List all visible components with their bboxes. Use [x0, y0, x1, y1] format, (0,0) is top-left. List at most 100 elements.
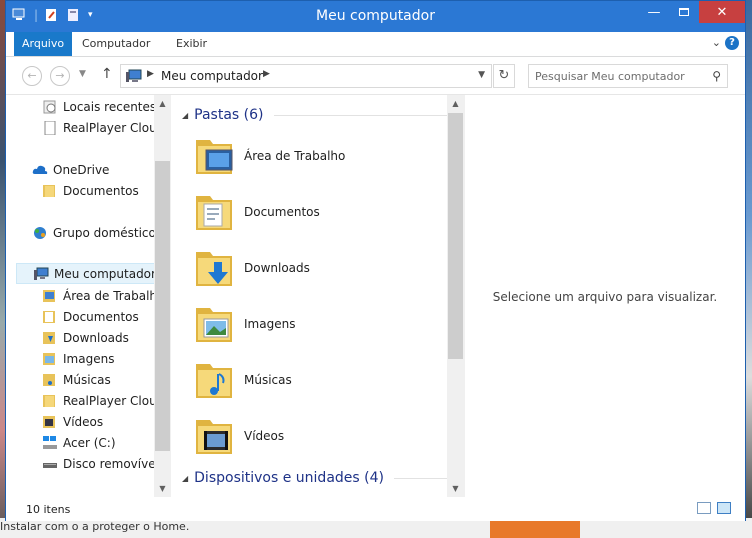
content-area: Locais recentes RealPlayer Cloud OneDriv…: [6, 95, 745, 497]
explorer-window: | ▾ Meu computador — ✕ Arquivo Computado…: [5, 0, 746, 521]
folder-label: Músicas: [244, 373, 292, 387]
taskbar-button[interactable]: [490, 518, 580, 538]
nav-item-imagens[interactable]: Imagens: [42, 348, 171, 369]
group-divider: [393, 477, 454, 479]
nav-item-musicas[interactable]: Músicas: [42, 369, 171, 390]
folder-icon: [43, 331, 55, 344]
scrollbar-thumb[interactable]: [155, 161, 170, 451]
folder-icon: [43, 352, 55, 365]
group-title: Dispositivos e unidades (4): [194, 470, 384, 486]
nav-item-label: Grupo doméstico: [53, 225, 156, 240]
tab-arquivo[interactable]: Arquivo: [14, 32, 73, 56]
expand-ribbon-chevron-icon[interactable]: ⌄: [712, 36, 721, 49]
scroll-up-icon[interactable]: ▲: [154, 95, 171, 112]
maximize-button[interactable]: [669, 1, 699, 23]
nav-item-label: Músicas: [63, 372, 111, 387]
folder-imagens[interactable]: Imagens: [192, 297, 442, 351]
drive-icon: [43, 435, 57, 449]
tab-computador[interactable]: Computador: [74, 32, 158, 56]
folder-icon: [43, 373, 55, 386]
arrow-right-icon: →: [55, 69, 65, 82]
homegroup-icon: [34, 226, 46, 239]
group-header-dispositivos[interactable]: ◢ Dispositivos e unidades (4): [182, 468, 454, 488]
close-button[interactable]: ✕: [699, 1, 745, 23]
search-box[interactable]: ⚲: [528, 64, 728, 88]
up-button[interactable]: ↑: [101, 66, 113, 82]
scroll-down-icon[interactable]: ▼: [154, 480, 171, 497]
refresh-button[interactable]: ↻: [493, 64, 515, 88]
forward-button[interactable]: →: [50, 66, 70, 86]
collapse-triangle-icon[interactable]: ◢: [182, 111, 188, 120]
scroll-up-icon[interactable]: ▲: [447, 95, 464, 112]
desktop-folder-icon: [196, 140, 233, 174]
search-input[interactable]: [529, 65, 699, 87]
nav-item-onedrive-documentos[interactable]: Documentos: [42, 180, 171, 201]
group-header-pastas[interactable]: ◢ Pastas (6): [182, 105, 450, 125]
nav-item-label: Imagens: [63, 351, 115, 366]
navigation-pane-scrollbar[interactable]: ▲ ▼: [154, 95, 171, 497]
nav-item-disco-removivel[interactable]: Disco removível (: [42, 453, 171, 474]
music-folder-icon: [196, 364, 232, 398]
back-button[interactable]: ←: [22, 66, 42, 86]
folder-label: Vídeos: [244, 429, 285, 443]
nav-item-downloads[interactable]: Downloads: [42, 327, 171, 348]
details-view-icon[interactable]: [697, 502, 711, 514]
nav-item-label: Locais recentes: [63, 99, 157, 114]
navigation-bar: ← → ▼ ↑ ▶ Meu computador ▶ ▼ ↻ ⚲: [6, 57, 745, 95]
group-divider: [273, 114, 450, 116]
scroll-down-icon[interactable]: ▼: [447, 480, 464, 497]
nav-item-label: Disco removível (: [63, 456, 168, 471]
breadcrumb-separator-icon[interactable]: ▶: [147, 69, 154, 79]
address-bar[interactable]: ▶ Meu computador ▶ ▼: [120, 64, 492, 88]
large-icons-view-icon[interactable]: [717, 502, 731, 514]
nav-item-meu-computador[interactable]: Meu computador: [16, 263, 156, 284]
nav-item-onedrive[interactable]: OneDrive: [32, 159, 171, 180]
tab-exibir[interactable]: Exibir: [168, 32, 215, 56]
search-icon[interactable]: ⚲: [712, 69, 721, 83]
nav-item-documentos[interactable]: Documentos: [42, 306, 171, 327]
nav-item-realplayer-cloud-folder[interactable]: RealPlayer Cloud: [42, 390, 171, 411]
folder-videos[interactable]: Vídeos: [192, 409, 442, 463]
nav-item-videos[interactable]: Vídeos: [42, 411, 171, 432]
desktop-background-bottom: Instalar com o a proteger o Home.: [0, 518, 752, 538]
folder-downloads[interactable]: Downloads: [192, 241, 442, 295]
preview-message: Selecione um arquivo para visualizar.: [492, 290, 718, 304]
item-count: 10 itens: [26, 503, 71, 516]
recent-locations-chevron-icon[interactable]: ▼: [79, 69, 86, 79]
nav-item-label: Downloads: [63, 330, 129, 345]
minimize-icon: —: [647, 4, 661, 20]
nav-item-locais-recentes[interactable]: Locais recentes: [42, 96, 171, 117]
folder-musicas[interactable]: Músicas: [192, 353, 442, 407]
folder-icon: [43, 310, 55, 323]
nav-item-label: Vídeos: [63, 414, 104, 429]
folder-label: Documentos: [244, 205, 320, 219]
background-text: Instalar com o a proteger o Home.: [0, 520, 190, 533]
nav-item-area-de-trabalho[interactable]: Área de Trabalho: [42, 285, 171, 306]
nav-item-label: Meu computador: [54, 266, 156, 281]
cloud-icon: [32, 165, 48, 174]
arrow-left-icon: ←: [27, 69, 37, 82]
address-history-chevron-icon[interactable]: ▼: [478, 70, 485, 80]
nav-item-label: Área de Trabalho: [63, 288, 165, 303]
nav-item-realplayer-cloud[interactable]: RealPlayer Cloud: [42, 117, 171, 138]
minimize-button[interactable]: —: [639, 1, 669, 23]
help-icon[interactable]: ?: [725, 36, 739, 50]
breadcrumb-meu-computador[interactable]: Meu computador: [161, 69, 263, 83]
folder-label: Área de Trabalho: [244, 149, 346, 163]
window-title: Meu computador: [316, 8, 435, 24]
collapse-triangle-icon[interactable]: ◢: [182, 474, 188, 483]
ribbon: Arquivo Computador Exibir ⌄ ?: [6, 32, 745, 57]
folder-area-de-trabalho[interactable]: Área de Trabalho: [192, 129, 442, 183]
nav-item-grupo-domestico[interactable]: Grupo doméstico: [32, 222, 171, 243]
view-switcher: [697, 502, 731, 514]
nav-item-acer-c[interactable]: Acer (C:): [42, 432, 171, 453]
navigation-pane: Locais recentes RealPlayer Cloud OneDriv…: [6, 95, 171, 497]
folder-view-scrollbar[interactable]: ▲ ▼: [447, 95, 464, 497]
folder-documentos[interactable]: Documentos: [192, 185, 442, 239]
scrollbar-thumb[interactable]: [448, 113, 463, 359]
title-bar[interactable]: | ▾ Meu computador — ✕: [6, 1, 745, 32]
window-controls: — ✕: [639, 1, 745, 23]
breadcrumb-separator-icon[interactable]: ▶: [263, 69, 270, 79]
refresh-icon: ↻: [498, 68, 510, 83]
folder-icon: [43, 415, 55, 428]
